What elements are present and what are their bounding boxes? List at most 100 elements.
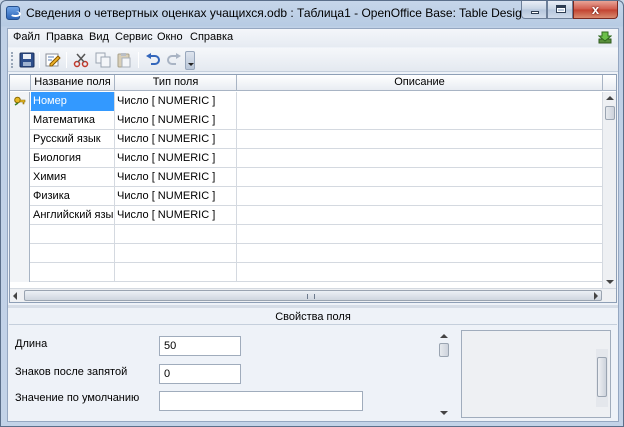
description-cell[interactable]	[237, 130, 603, 149]
field-type-cell[interactable]: Число [ NUMERIC ]	[115, 206, 237, 225]
description-cell[interactable]	[237, 92, 603, 111]
scroll-thumb[interactable]	[605, 106, 615, 120]
field-type-cell[interactable]: Число [ NUMERIC ]	[115, 130, 237, 149]
description-cell[interactable]	[237, 225, 603, 244]
scroll-grip-icon	[307, 294, 315, 299]
field-type-cell[interactable]: Число [ NUMERIC ]	[115, 111, 237, 130]
description-cell[interactable]	[237, 111, 603, 130]
row-header[interactable]	[10, 244, 30, 263]
toolbar-overflow-button[interactable]	[185, 51, 195, 70]
field-type-cell[interactable]	[115, 244, 237, 263]
menu-help[interactable]: Справка	[190, 31, 233, 43]
description-cell[interactable]	[237, 149, 603, 168]
field-type-cell[interactable]	[115, 225, 237, 244]
grid-header: Название поля Тип поля Описание	[10, 75, 616, 91]
toolbar-grip[interactable]	[11, 52, 14, 68]
field-name-cell[interactable]: Английский язык	[31, 206, 115, 225]
menu-file[interactable]: Файл	[13, 31, 40, 43]
scroll-thumb[interactable]	[24, 290, 602, 301]
field-type-cell[interactable]: Число [ NUMERIC ]	[115, 187, 237, 206]
length-input[interactable]	[159, 336, 241, 356]
help-scrollbar[interactable]	[596, 349, 608, 407]
window-controls: x	[521, 1, 618, 19]
field-name-cell[interactable]: Химия	[31, 168, 115, 187]
close-button[interactable]: x	[573, 1, 618, 19]
maximize-button[interactable]	[547, 1, 573, 19]
properties-scrollbar[interactable]	[437, 331, 451, 417]
description-cell[interactable]	[237, 168, 603, 187]
scroll-down-arrow-icon[interactable]	[440, 411, 448, 415]
menu-view[interactable]: Вид	[89, 31, 109, 43]
table-row[interactable]: Биология Число [ NUMERIC ]	[10, 149, 603, 168]
description-cell[interactable]	[237, 206, 603, 225]
row-header[interactable]	[10, 168, 30, 187]
field-name-cell[interactable]: Биология	[31, 149, 115, 168]
description-cell[interactable]	[237, 263, 603, 282]
field-type-cell[interactable]	[115, 263, 237, 282]
menu-tools[interactable]: Сервис	[115, 31, 153, 43]
title-bar[interactable]: Сведения о четвертных оценках учащихся.o…	[1, 1, 623, 25]
grid-horizontal-scrollbar[interactable]	[10, 288, 616, 302]
row-header-corner	[10, 75, 31, 91]
field-properties-panel: Свойства поля Длина Знаков после запятой…	[9, 309, 617, 421]
redo-icon[interactable]	[166, 52, 182, 68]
table-row[interactable]	[10, 225, 603, 244]
scroll-up-arrow-icon[interactable]	[440, 334, 448, 338]
table-row[interactable]	[10, 244, 603, 263]
row-header[interactable]	[10, 149, 30, 168]
copy-icon[interactable]	[95, 52, 111, 68]
field-name-cell[interactable]: Математика	[31, 111, 115, 130]
scroll-up-arrow-icon[interactable]	[606, 96, 614, 100]
table-row[interactable]: Химия Число [ NUMERIC ]	[10, 168, 603, 187]
scroll-right-arrow-icon[interactable]	[594, 292, 598, 300]
field-name-cell[interactable]: Русский язык	[31, 130, 115, 149]
field-type-cell[interactable]: Число [ NUMERIC ]	[115, 149, 237, 168]
app-window: Сведения о четвертных оценках учащихся.o…	[0, 0, 624, 427]
field-name-cell[interactable]	[31, 263, 115, 282]
menu-window[interactable]: Окно	[157, 31, 183, 43]
undo-icon[interactable]	[145, 52, 161, 68]
row-header[interactable]	[10, 111, 30, 130]
scroll-thumb[interactable]	[597, 357, 607, 397]
menu-edit[interactable]: Правка	[46, 31, 83, 43]
row-header[interactable]	[10, 92, 30, 111]
cut-icon[interactable]	[73, 52, 89, 68]
field-type-cell[interactable]: Число [ NUMERIC ]	[115, 92, 237, 111]
column-header-field-name[interactable]: Название поля	[31, 75, 115, 91]
description-cell[interactable]	[237, 244, 603, 263]
column-header-description[interactable]: Описание	[237, 75, 603, 91]
update-download-icon[interactable]	[598, 31, 612, 44]
default-value-input[interactable]	[159, 391, 363, 411]
minimize-button[interactable]	[521, 1, 547, 19]
pane-splitter[interactable]	[8, 305, 618, 308]
client-area: Файл Правка Вид Сервис Окно Справка Назв…	[7, 28, 619, 422]
row-header[interactable]	[10, 187, 30, 206]
paste-icon[interactable]	[116, 52, 132, 68]
table-row[interactable]: Английский язык Число [ NUMERIC ]	[10, 206, 603, 225]
openoffice-icon	[6, 6, 21, 20]
table-row[interactable]: Математика Число [ NUMERIC ]	[10, 111, 603, 130]
table-row[interactable]: Номер Число [ NUMERIC ]	[10, 92, 603, 111]
field-name-cell[interactable]	[31, 244, 115, 263]
field-type-cell[interactable]: Число [ NUMERIC ]	[115, 168, 237, 187]
description-cell[interactable]	[237, 187, 603, 206]
scroll-left-arrow-icon[interactable]	[13, 292, 17, 300]
row-header[interactable]	[10, 225, 30, 244]
decimals-input[interactable]	[159, 364, 241, 384]
column-header-field-type[interactable]: Тип поля	[115, 75, 237, 91]
scroll-down-arrow-icon[interactable]	[606, 280, 614, 284]
scroll-thumb[interactable]	[439, 343, 449, 357]
row-header[interactable]	[10, 130, 30, 149]
table-row[interactable]	[10, 263, 603, 282]
row-header[interactable]	[10, 206, 30, 225]
grid-vertical-scrollbar[interactable]	[602, 92, 616, 288]
save-icon[interactable]	[19, 52, 35, 68]
row-header[interactable]	[10, 263, 30, 282]
table-row[interactable]: Русский язык Число [ NUMERIC ]	[10, 130, 603, 149]
edit-icon[interactable]	[45, 52, 61, 68]
field-name-cell[interactable]: Номер	[31, 92, 115, 111]
primary-key-icon	[14, 96, 26, 106]
field-name-cell[interactable]: Физика	[31, 187, 115, 206]
field-name-cell[interactable]	[31, 225, 115, 244]
table-row[interactable]: Физика Число [ NUMERIC ]	[10, 187, 603, 206]
